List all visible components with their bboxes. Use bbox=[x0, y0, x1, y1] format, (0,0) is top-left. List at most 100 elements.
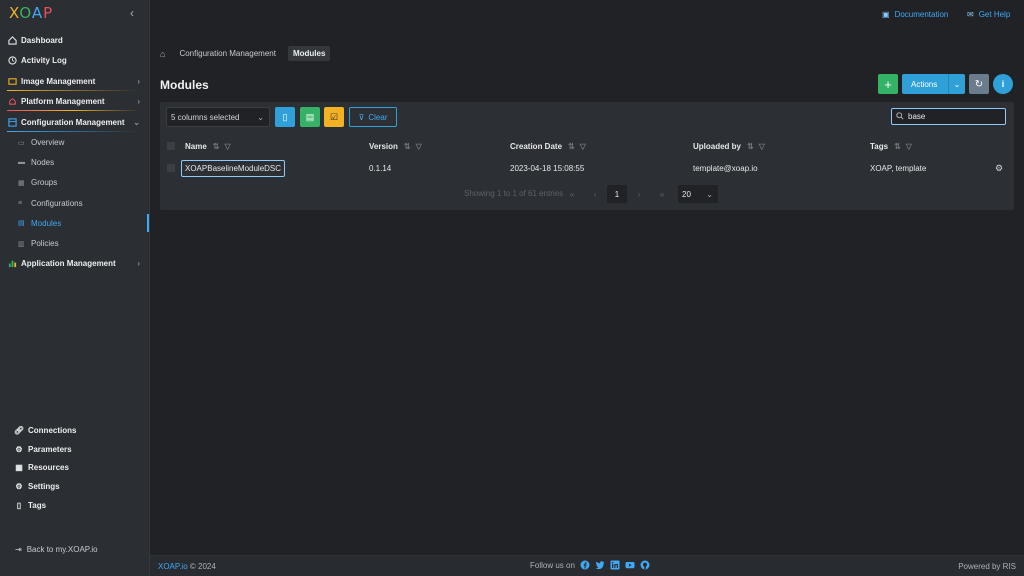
sidebar-item-policies[interactable]: ▥ Policies bbox=[0, 233, 149, 253]
sidebar-item-label: Nodes bbox=[31, 158, 55, 168]
logo-letter: P bbox=[43, 4, 54, 22]
filter-icon[interactable]: ▽ bbox=[906, 142, 912, 151]
sidebar-item-dashboard[interactable]: Dashboard bbox=[0, 30, 149, 51]
back-to-portal-link[interactable]: ⇥ Back to my.XOAP.io bbox=[15, 545, 98, 554]
layers-icon: ≡ bbox=[18, 199, 23, 207]
footer-brand-link[interactable]: XOAP.io bbox=[158, 562, 188, 571]
link-icon: 🔗︎ bbox=[13, 425, 25, 435]
first-page-icon[interactable]: « bbox=[564, 186, 580, 202]
info-button[interactable]: i bbox=[993, 74, 1013, 94]
breadcrumb-configuration-management[interactable]: Configuration Management bbox=[179, 49, 276, 58]
row-checkbox[interactable] bbox=[167, 164, 175, 172]
sidebar-item-connections[interactable]: 🔗︎ Connections bbox=[0, 421, 149, 440]
sidebar-item-settings[interactable]: ⚙︎ Settings bbox=[0, 477, 149, 496]
footer-social: Follow us on bbox=[530, 560, 650, 570]
row-settings-icon[interactable]: ⚙︎ bbox=[995, 163, 1003, 174]
filter-icon[interactable]: ▽ bbox=[759, 142, 765, 151]
actions-dropdown-button[interactable]: Actions ⌄ bbox=[902, 74, 965, 94]
sidebar-item-activity-log[interactable]: Activity Log bbox=[0, 51, 149, 72]
column-label: Name bbox=[185, 141, 207, 151]
next-page-icon[interactable]: › bbox=[631, 186, 647, 202]
logo-letter: X bbox=[9, 4, 20, 22]
select-all-button[interactable]: ☑︎ bbox=[324, 107, 344, 127]
column-header-uploaded-by[interactable]: Uploaded by ⇅ ▽ bbox=[693, 136, 765, 156]
excel-file-icon: ▤ bbox=[305, 111, 315, 122]
sidebar-item-parameters[interactable]: ⚙︎ Parameters bbox=[0, 440, 149, 459]
column-header-version[interactable]: Version ⇅ ▽ bbox=[369, 136, 422, 156]
exit-icon: ⇥ bbox=[15, 545, 22, 554]
twitter-icon[interactable] bbox=[595, 560, 605, 570]
page-size-select[interactable]: 20 ⌄ bbox=[678, 185, 718, 203]
sidebar-item-label: Parameters bbox=[28, 444, 72, 454]
logo-text: XOAP bbox=[9, 4, 53, 22]
sidebar-item-tags[interactable]: ▯ Tags bbox=[0, 496, 149, 515]
sidebar-item-label: Connections bbox=[28, 425, 77, 435]
column-selector[interactable]: 5 columns selected ⌄ bbox=[166, 107, 270, 127]
get-help-link[interactable]: ✉︎ Get Help bbox=[967, 10, 1010, 19]
filter-icon[interactable]: ▽ bbox=[225, 142, 231, 151]
copyright-text: © 2024 bbox=[189, 562, 216, 571]
group-icon: ▦ bbox=[18, 179, 25, 187]
filter-icon[interactable]: ▽ bbox=[416, 142, 422, 151]
sidebar-item-label: Application Management bbox=[21, 259, 116, 269]
home-icon[interactable]: ⌂ bbox=[160, 49, 165, 59]
sidebar-item-nodes[interactable]: ▬ Nodes bbox=[0, 153, 149, 173]
bottom-nav: 🔗︎ Connections ⚙︎ Parameters ▦ Resources… bbox=[0, 421, 149, 514]
select-all-checkbox[interactable] bbox=[167, 142, 175, 150]
search-icon bbox=[896, 111, 904, 122]
search-input[interactable] bbox=[908, 112, 998, 121]
refresh-button[interactable]: ↻ bbox=[969, 74, 989, 94]
column-selector-value: 5 columns selected bbox=[171, 112, 240, 122]
sidebar-item-label: Overview bbox=[31, 138, 65, 148]
collapse-sidebar-icon[interactable]: ‹ bbox=[130, 6, 134, 20]
node-icon: ▬ bbox=[18, 159, 25, 167]
sidebar-item-label: Policies bbox=[31, 239, 59, 249]
file-icon: ▯ bbox=[282, 111, 288, 122]
column-header-name[interactable]: Name ⇅ ▽ bbox=[185, 136, 231, 156]
filter-icon[interactable]: ▽ bbox=[580, 142, 586, 151]
youtube-icon[interactable] bbox=[625, 560, 635, 570]
github-icon[interactable] bbox=[640, 560, 650, 570]
linkedin-icon[interactable] bbox=[610, 560, 620, 570]
sort-icon[interactable]: ⇅ bbox=[747, 142, 754, 151]
sidebar-item-configuration-management[interactable]: Configuration Management ⌄ bbox=[0, 112, 149, 133]
clear-filters-button[interactable]: ⊽ Clear bbox=[349, 107, 397, 127]
sort-icon[interactable]: ⇅ bbox=[894, 142, 901, 151]
sidebar-item-modules[interactable]: ▤ Modules bbox=[0, 213, 149, 233]
chevron-down-icon[interactable]: ⌄ bbox=[948, 74, 965, 94]
sidebar-item-application-management[interactable]: Application Management › bbox=[0, 254, 149, 275]
sidebar-item-platform-management[interactable]: Platform Management › bbox=[0, 92, 149, 113]
add-module-button[interactable]: + bbox=[878, 74, 898, 94]
module-name-link[interactable]: XOAPBaselineModuleDSC bbox=[181, 159, 286, 177]
chevron-down-icon: ⌄ bbox=[257, 112, 264, 122]
sidebar-item-image-management[interactable]: Image Management › bbox=[0, 71, 149, 92]
export-excel-button[interactable]: ▤ bbox=[300, 107, 320, 127]
previous-page-icon[interactable]: ‹ bbox=[587, 186, 603, 202]
page-number-current[interactable]: 1 bbox=[607, 185, 627, 203]
policy-icon: ▥ bbox=[18, 240, 25, 248]
sidebar-item-label: Modules bbox=[31, 218, 62, 228]
documentation-label: Documentation bbox=[894, 10, 949, 19]
facebook-icon[interactable] bbox=[580, 560, 590, 570]
column-label: Tags bbox=[870, 141, 889, 151]
page-title: Modules bbox=[160, 78, 209, 92]
documentation-link[interactable]: ▣ Documentation bbox=[882, 10, 948, 19]
sidebar-item-configurations[interactable]: ≡ Configurations bbox=[0, 193, 149, 213]
sort-icon[interactable]: ⇅ bbox=[213, 142, 220, 151]
module-creation-date-cell: 2023-04-18 15:08:55 bbox=[510, 163, 585, 173]
sort-icon[interactable]: ⇅ bbox=[404, 142, 411, 151]
chevron-right-icon: › bbox=[137, 97, 140, 107]
sidebar-item-groups[interactable]: ▦ Groups bbox=[0, 173, 149, 193]
sidebar-item-overview[interactable]: ▭ Overview bbox=[0, 133, 149, 153]
column-header-tags[interactable]: Tags ⇅ ▽ bbox=[870, 136, 912, 156]
column-header-creation-date[interactable]: Creation Date ⇅ ▽ bbox=[510, 136, 586, 156]
sidebar-item-resources[interactable]: ▦ Resources bbox=[0, 458, 149, 477]
module-version-cell: 0.1.14 bbox=[369, 163, 392, 173]
last-page-icon[interactable]: » bbox=[654, 186, 670, 202]
xoap-logo[interactable]: XOAP bbox=[9, 4, 53, 22]
checkbox-icon: ☑︎ bbox=[329, 111, 339, 122]
export-csv-button[interactable]: ▯ bbox=[275, 107, 295, 127]
parameters-icon: ⚙︎ bbox=[15, 444, 23, 454]
sort-icon[interactable]: ⇅ bbox=[568, 142, 575, 151]
module-icon: ▤ bbox=[18, 220, 25, 228]
